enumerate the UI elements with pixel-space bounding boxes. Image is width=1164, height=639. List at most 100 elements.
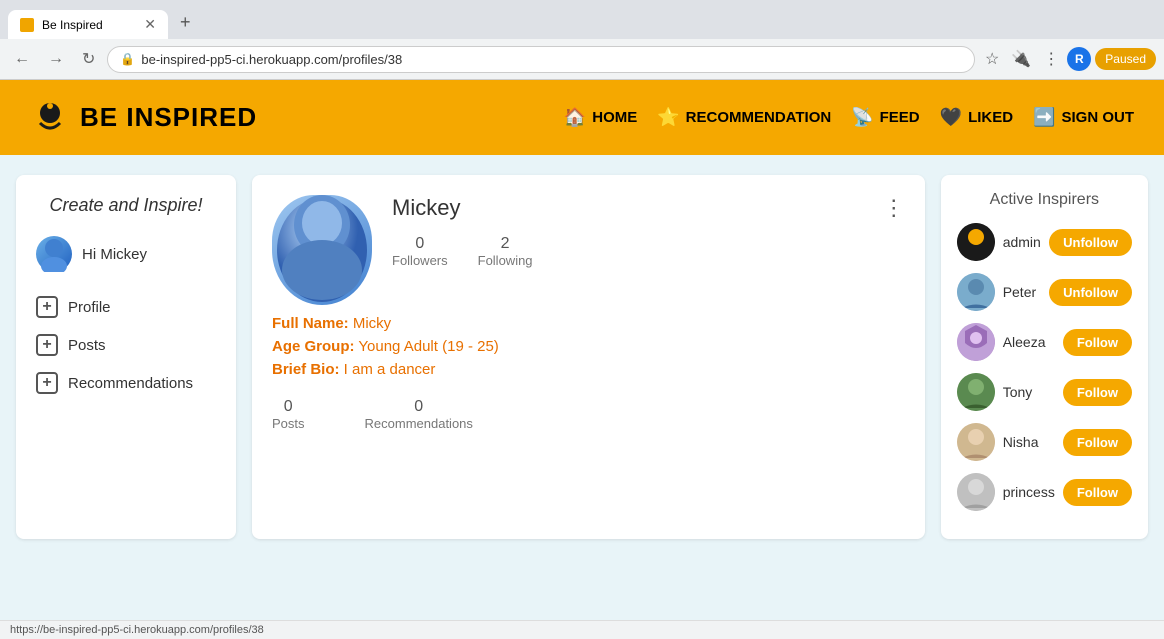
browser-tab-active[interactable]: Be Inspired ✕	[8, 10, 168, 39]
follow-button-tony[interactable]: Follow	[1063, 379, 1132, 406]
refresh-button[interactable]: ↻	[76, 45, 101, 73]
nav-liked[interactable]: 🖤 LIKED	[940, 107, 1013, 128]
star-icon: ⭐	[657, 107, 679, 128]
browser-chrome: Be Inspired ✕ + ← → ↻ 🔒 be-inspired-pp5-…	[0, 0, 1164, 80]
inspirer-item-tony: Tony Follow	[957, 373, 1132, 411]
posts-stat: 0 Posts	[272, 398, 305, 431]
new-tab-button[interactable]: +	[170, 6, 201, 39]
nav-signout-label: SIGN OUT	[1061, 109, 1134, 126]
posts-label: Posts	[272, 416, 305, 431]
tab-close-button[interactable]: ✕	[144, 16, 156, 33]
app-content: Create and Inspire! Hi Mickey + Profile …	[0, 155, 1164, 559]
logo-text: BE INSPIRED	[80, 102, 257, 133]
profile-avatar	[272, 195, 372, 305]
signout-icon: ➡️	[1033, 107, 1055, 128]
sidebar-item-posts[interactable]: + Posts	[36, 326, 216, 364]
sidebar-user: Hi Mickey	[36, 236, 216, 272]
browser-actions: ☆ 🔌 ⋮ R Paused	[981, 45, 1156, 73]
browser-toolbar: ← → ↻ 🔒 be-inspired-pp5-ci.herokuapp.com…	[0, 39, 1164, 80]
status-bar: https://be-inspired-pp5-ci.herokuapp.com…	[0, 620, 1164, 639]
age-group-row: Age Group: Young Adult (19 - 25)	[272, 338, 905, 355]
recommendations-count: 0	[365, 398, 473, 416]
recommendations-stat: 0 Recommendations	[365, 398, 473, 431]
following-stat[interactable]: 2 Following	[478, 235, 533, 268]
followers-count: 0	[392, 235, 448, 253]
profile-info: Mickey ⋮ 0 Followers 2 Following	[392, 195, 905, 282]
sidebar-item-recommendations[interactable]: + Recommendations	[36, 364, 216, 402]
inspirer-name-aleeza: Aleeza	[1003, 334, 1055, 350]
age-group-label: Age Group:	[272, 338, 355, 355]
tab-favicon	[20, 18, 34, 32]
follow-button-nisha[interactable]: Follow	[1063, 429, 1132, 456]
home-icon: 🏠	[564, 107, 586, 128]
profile-plus-icon: +	[36, 296, 58, 318]
profile-button[interactable]: R	[1067, 47, 1091, 71]
recommendations-plus-icon: +	[36, 372, 58, 394]
paused-button[interactable]: Paused	[1095, 48, 1156, 70]
url-text: be-inspired-pp5-ci.herokuapp.com/profile…	[141, 52, 402, 67]
extensions-button[interactable]: 🔌	[1007, 45, 1035, 73]
inspirer-item-peter: Peter Unfollow	[957, 273, 1132, 311]
recommendations-label: Recommendations	[365, 416, 473, 431]
lock-icon: 🔒	[120, 52, 135, 66]
bio-value: I am a dancer	[344, 361, 436, 378]
inspirer-item-admin: admin Unfollow	[957, 223, 1132, 261]
inspirer-avatar-tony	[957, 373, 995, 411]
bookmark-button[interactable]: ☆	[981, 45, 1003, 73]
posts-count: 0	[272, 398, 305, 416]
sidebar-recommendations-label: Recommendations	[68, 375, 193, 392]
app-logo: BE INSPIRED	[30, 98, 257, 138]
inspirer-avatar-princess	[957, 473, 995, 511]
app-navbar: BE INSPIRED 🏠 HOME ⭐ RECOMMENDATION 📡 FE…	[0, 80, 1164, 155]
sidebar-greeting: Hi Mickey	[82, 246, 147, 263]
inspirer-item-nisha: Nisha Follow	[957, 423, 1132, 461]
bio-row: Brief Bio: I am a dancer	[272, 361, 905, 378]
inspirer-avatar-admin	[957, 223, 995, 261]
following-label: Following	[478, 253, 533, 268]
logo-icon	[30, 98, 70, 138]
follow-button-princess[interactable]: Follow	[1063, 479, 1132, 506]
nav-feed-label: FEED	[880, 109, 920, 126]
nav-recommendation[interactable]: ⭐ RECOMMENDATION	[657, 107, 831, 128]
nav-feed[interactable]: 📡 FEED	[851, 107, 919, 128]
followers-stat[interactable]: 0 Followers	[392, 235, 448, 268]
inspirer-item-princess: princess Follow	[957, 473, 1132, 511]
inspirers-panel: Active Inspirers admin Unfollow	[941, 175, 1148, 539]
posts-plus-icon: +	[36, 334, 58, 356]
age-group-value: Young Adult (19 - 25)	[358, 338, 498, 355]
settings-button[interactable]: ⋮	[1039, 45, 1063, 73]
inspirer-avatar-aleeza	[957, 323, 995, 361]
profile-details: Full Name: Micky Age Group: Young Adult …	[272, 315, 905, 378]
follow-button-aleeza[interactable]: Follow	[1063, 329, 1132, 356]
sidebar-posts-label: Posts	[68, 337, 106, 354]
inspirer-name-admin: admin	[1003, 234, 1041, 250]
nav-recommendation-label: RECOMMENDATION	[686, 109, 832, 126]
tab-title: Be Inspired	[42, 18, 103, 32]
profile-posts-stats: 0 Posts 0 Recommendations	[272, 398, 905, 431]
inspirers-title: Active Inspirers	[957, 191, 1132, 209]
back-button[interactable]: ←	[8, 46, 36, 72]
profile-name-row: Mickey ⋮	[392, 195, 905, 221]
profile-letter: R	[1075, 52, 1084, 66]
heart-icon: 🖤	[940, 107, 962, 128]
profile-header: Mickey ⋮ 0 Followers 2 Following	[272, 195, 905, 305]
nav-signout[interactable]: ➡️ SIGN OUT	[1033, 107, 1134, 128]
address-bar[interactable]: 🔒 be-inspired-pp5-ci.herokuapp.com/profi…	[107, 46, 975, 73]
full-name-row: Full Name: Micky	[272, 315, 905, 332]
inspirer-name-tony: Tony	[1003, 384, 1055, 400]
sidebar: Create and Inspire! Hi Mickey + Profile …	[16, 175, 236, 539]
sidebar-item-profile[interactable]: + Profile	[36, 288, 216, 326]
app-nav: 🏠 HOME ⭐ RECOMMENDATION 📡 FEED 🖤 LIKED ➡…	[564, 107, 1134, 128]
full-name-label: Full Name:	[272, 315, 349, 332]
status-url: https://be-inspired-pp5-ci.herokuapp.com…	[10, 624, 264, 636]
profile-card: Mickey ⋮ 0 Followers 2 Following Full	[252, 175, 925, 539]
unfollow-button-peter[interactable]: Unfollow	[1049, 279, 1132, 306]
unfollow-button-admin[interactable]: Unfollow	[1049, 229, 1132, 256]
forward-button[interactable]: →	[42, 46, 70, 72]
following-count: 2	[478, 235, 533, 253]
profile-menu-dots[interactable]: ⋮	[883, 195, 905, 221]
nav-home[interactable]: 🏠 HOME	[564, 107, 637, 128]
user-avatar	[36, 236, 72, 272]
nav-home-label: HOME	[592, 109, 637, 126]
feed-icon: 📡	[851, 107, 873, 128]
